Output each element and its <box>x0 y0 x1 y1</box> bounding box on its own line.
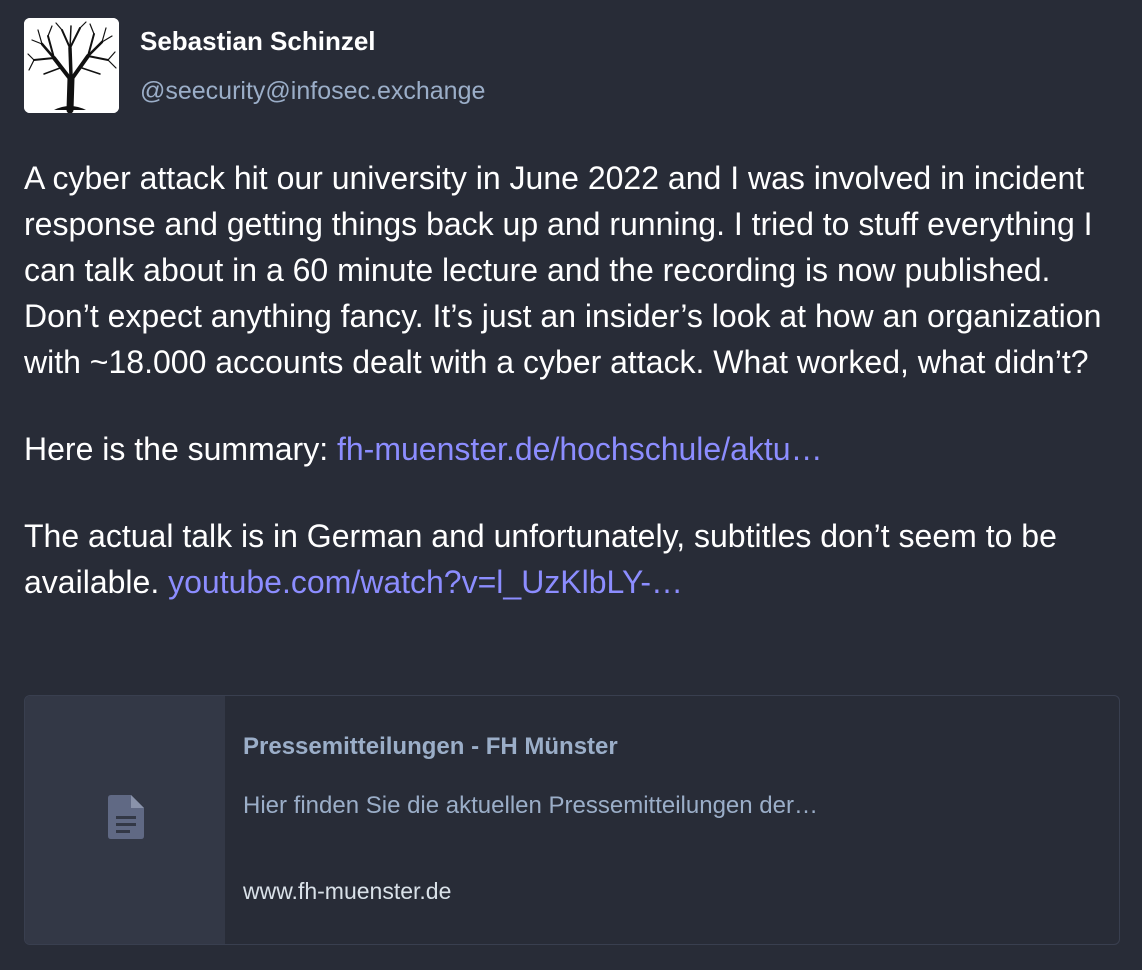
card-title: Pressemitteilungen - FH Münster <box>243 733 618 760</box>
status-paragraph: The actual talk is in German and unfortu… <box>24 513 1124 605</box>
link-preview-card[interactable]: Pressemitteilungen - FH Münster Hier fin… <box>24 695 1120 945</box>
status-content: A cyber attack hit our university in Jun… <box>24 155 1124 605</box>
card-host: www.fh-muenster.de <box>243 878 452 904</box>
summary-prefix: Here is the summary: <box>24 431 337 467</box>
avatar[interactable] <box>24 18 119 113</box>
display-name[interactable]: Sebastian Schinzel <box>140 24 376 58</box>
card-description: Hier finden Sie die aktuellen Pressemitt… <box>243 792 818 819</box>
card-thumbnail <box>25 696 225 944</box>
video-link[interactable]: youtube.com/watch?v=l_UzKlbLY-… <box>168 564 683 600</box>
status-paragraph: Here is the summary: fh-muenster.de/hoch… <box>24 426 1124 472</box>
status-paragraph: A cyber attack hit our university in Jun… <box>24 160 1102 380</box>
tree-icon <box>24 18 119 113</box>
document-icon <box>108 795 144 839</box>
summary-link[interactable]: fh-muenster.de/hochschule/aktu… <box>337 431 823 467</box>
account-handle[interactable]: @seecurity@infosec.exchange <box>140 74 485 108</box>
